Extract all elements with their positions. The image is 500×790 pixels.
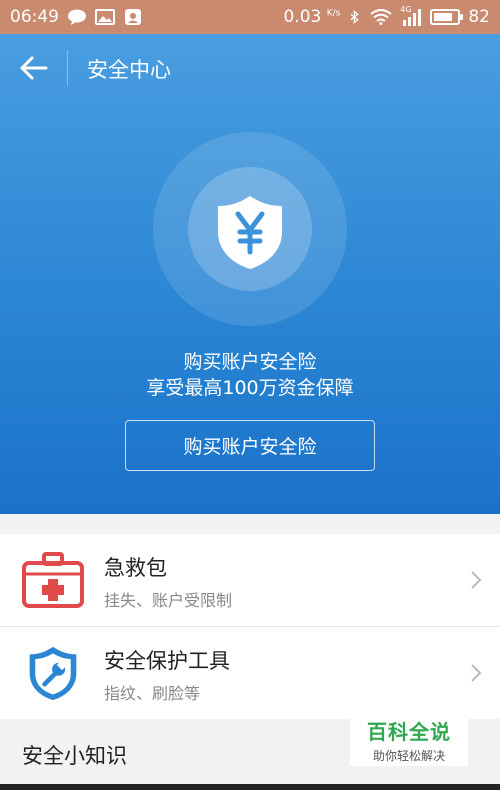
image-icon [95, 9, 115, 25]
chat-bubble-icon [68, 9, 86, 25]
shield-yen-icon [218, 196, 282, 269]
status-bar-left: 06:49 [0, 7, 143, 27]
status-time: 06:49 [10, 7, 59, 27]
chevron-right-icon [471, 664, 482, 682]
first-aid-kit-icon [22, 552, 84, 608]
hero-banner: 安全中心 购买账户安全险 享受最高100万资金保障 购买账户安全险 [0, 34, 500, 514]
status-bar: 06:49 0.03 K/s 4G 82 [0, 0, 500, 34]
header-divider [67, 50, 68, 86]
list-item-security-tools[interactable]: 安全保护工具 指纹、刷脸等 [0, 626, 500, 719]
watermark-logo: 百科全说 助你轻松解决 [350, 712, 468, 766]
watermark-main: 百科全说 [367, 720, 451, 744]
shield-wrench-icon [29, 646, 77, 701]
network-speed-unit: K/s [326, 8, 341, 19]
notification-icon [125, 9, 141, 25]
network-speed: 0.03 K/s [283, 7, 340, 27]
battery-percent: 82 [468, 7, 490, 27]
hero-headline: 购买账户安全险 [183, 351, 317, 373]
hero-subheadline: 享受最高100万资金保障 [146, 377, 354, 399]
bluetooth-icon [350, 10, 360, 24]
list-item-title: 安全保护工具 [104, 649, 230, 673]
battery-fill [434, 13, 453, 21]
list-item-subtitle: 挂失、账户受限制 [104, 591, 233, 610]
page-title: 安全中心 [87, 58, 171, 82]
battery-icon [430, 9, 464, 25]
network-speed-value: 0.03 [283, 7, 322, 27]
wifi-icon [370, 9, 392, 25]
chevron-right-icon [471, 571, 482, 589]
list-item-title: 急救包 [104, 556, 167, 580]
section-title-security-tips: 安全小知识 [22, 744, 127, 768]
list-item-subtitle: 指纹、刷脸等 [104, 684, 201, 703]
feature-list: 急救包 挂失、账户受限制 安全保护工具 指纹、刷脸等 [0, 534, 500, 719]
status-bar-right: 0.03 K/s 4G 82 [283, 5, 490, 27]
buy-insurance-button[interactable]: 购买账户安全险 [125, 420, 375, 471]
list-item-first-aid[interactable]: 急救包 挂失、账户受限制 [0, 534, 500, 626]
back-arrow-icon[interactable] [18, 54, 50, 82]
bottom-strip [0, 784, 500, 790]
top-bar: 安全中心 [0, 34, 500, 102]
watermark-sub: 助你轻松解决 [372, 749, 445, 763]
signal-icon: 4G [400, 5, 422, 26]
